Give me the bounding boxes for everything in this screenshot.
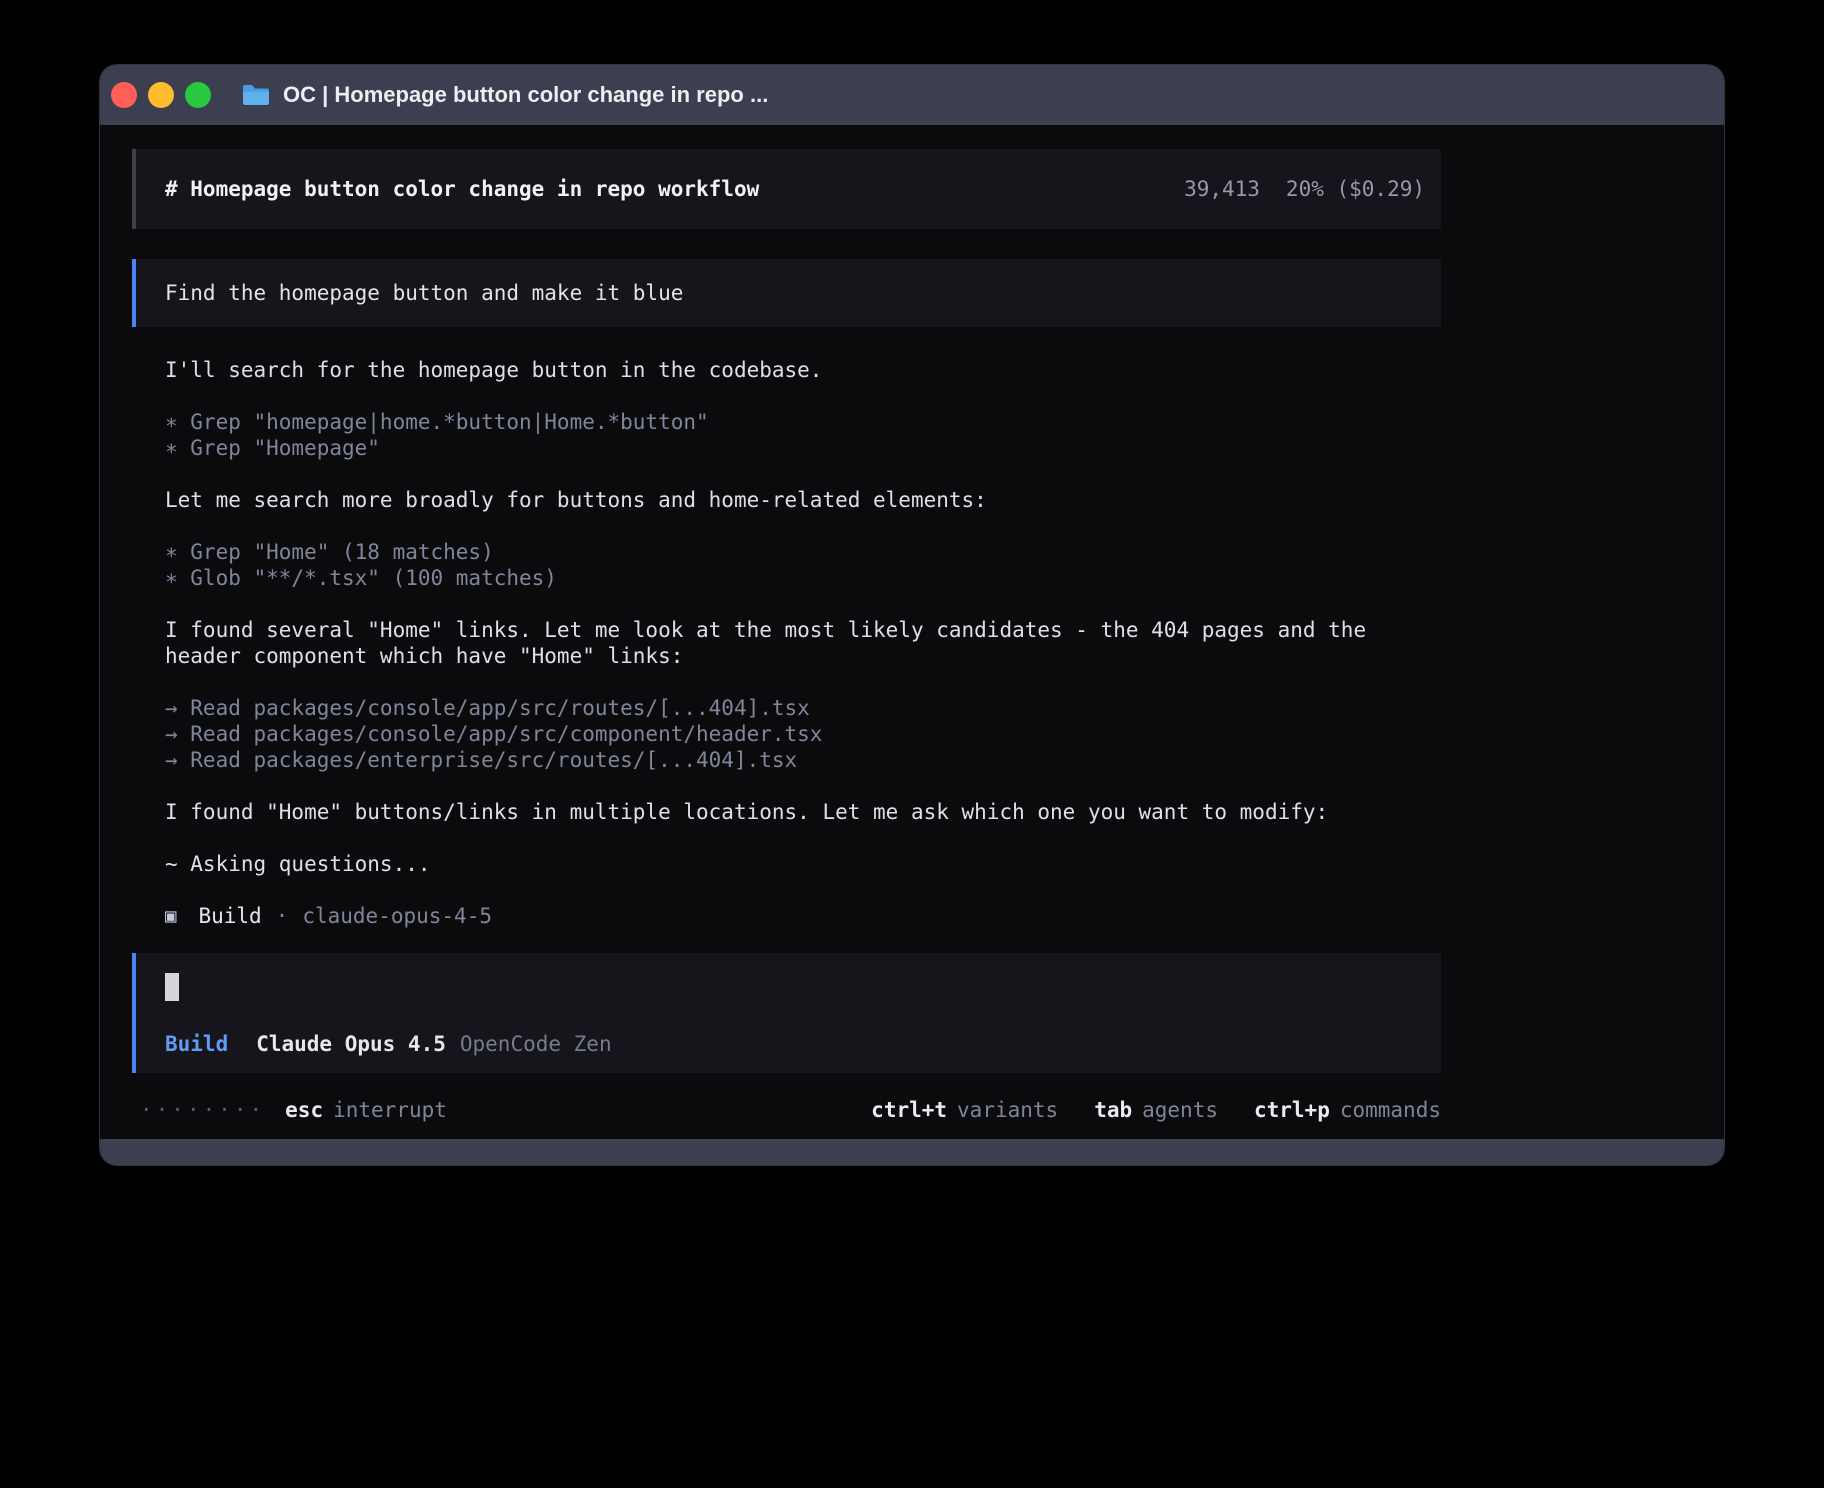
shortcut-key: ctrl+p: [1254, 1098, 1330, 1122]
window-title-group: OC | Homepage button color change in rep…: [241, 82, 768, 108]
window-footer: [100, 1139, 1724, 1165]
tool-call-group: ∗ Grep "Home" (18 matches) ∗ Glob "**/*.…: [165, 539, 1441, 591]
tool-call-read: → Read packages/enterprise/src/routes/[.…: [165, 747, 1441, 773]
assistant-text: I found "Home" buttons/links in multiple…: [165, 799, 1441, 825]
session-title: # Homepage button color change in repo w…: [165, 176, 759, 202]
assistant-text: I found several "Home" links. Let me loo…: [165, 617, 1441, 669]
esc-key-hint: esc: [285, 1097, 323, 1123]
folder-icon: [241, 83, 271, 107]
traffic-lights: [111, 82, 211, 108]
tool-call-grep: ∗ Grep "Homepage": [165, 435, 1441, 461]
tool-call-read: → Read packages/console/app/src/routes/[…: [165, 695, 1441, 721]
shortcut-group: ctrl+t variants tab agents ctrl+p commands: [871, 1097, 1441, 1123]
agent-attribution: ▣ Build · claude-opus-4-5: [165, 903, 1441, 929]
tool-call-grep: ∗ Grep "Home" (18 matches): [165, 539, 1441, 565]
close-button[interactable]: [111, 82, 137, 108]
terminal-content: # Homepage button color change in repo w…: [100, 125, 1724, 1139]
window-titlebar[interactable]: OC | Homepage button color change in rep…: [100, 65, 1724, 125]
assistant-status: ~ Asking questions...: [165, 851, 1441, 877]
tool-call-read: → Read packages/console/app/src/componen…: [165, 721, 1441, 747]
provider-label: OpenCode Zen: [460, 1031, 612, 1057]
spinner-dots: ········: [140, 1097, 265, 1123]
tool-call-group: → Read packages/console/app/src/routes/[…: [165, 695, 1441, 773]
shortcut-agents: tab agents: [1094, 1097, 1218, 1123]
tool-call-group: ∗ Grep "homepage|home.*button|Home.*butt…: [165, 409, 1441, 461]
agent-separator: ·: [276, 903, 289, 929]
zoom-button[interactable]: [185, 82, 211, 108]
minimize-button[interactable]: [148, 82, 174, 108]
input-meta: Build Claude Opus 4.5 OpenCode Zen: [165, 1031, 1425, 1057]
shortcut-label: variants: [957, 1098, 1058, 1122]
shortcut-key: tab: [1094, 1098, 1132, 1122]
assistant-text: I'll search for the homepage button in t…: [165, 357, 1441, 383]
session-stats: 39,413 20% ($0.29): [1184, 176, 1425, 202]
agent-mode-label: Build: [165, 1031, 228, 1057]
model-label: Claude Opus 4.5: [256, 1031, 446, 1057]
agent-icon: ▣: [165, 903, 176, 929]
shortcut-key: ctrl+t: [871, 1098, 947, 1122]
user-message-text: Find the homepage button and make it blu…: [165, 281, 683, 305]
shortcut-variants: ctrl+t variants: [871, 1097, 1058, 1123]
shortcut-label: commands: [1340, 1098, 1441, 1122]
tool-call-grep: ∗ Grep "homepage|home.*button|Home.*butt…: [165, 409, 1441, 435]
agent-name: Build: [198, 903, 261, 929]
tool-call-glob: ∗ Glob "**/*.tsx" (100 matches): [165, 565, 1441, 591]
text-cursor: [165, 973, 179, 1001]
terminal-window: OC | Homepage button color change in rep…: [99, 64, 1725, 1166]
status-bar: ········ esc interrupt ctrl+t variants ta…: [140, 1097, 1441, 1123]
session-header: # Homepage button color change in repo w…: [132, 149, 1441, 229]
message-input[interactable]: Build Claude Opus 4.5 OpenCode Zen: [132, 953, 1441, 1073]
shortcut-commands: ctrl+p commands: [1254, 1097, 1441, 1123]
agent-model: claude-opus-4-5: [302, 903, 492, 929]
context-cost: 20% ($0.29): [1286, 176, 1425, 202]
user-message: Find the homepage button and make it blu…: [132, 259, 1441, 327]
token-count: 39,413: [1184, 176, 1260, 202]
assistant-text: Let me search more broadly for buttons a…: [165, 487, 1441, 513]
esc-action-label: interrupt: [333, 1097, 447, 1123]
shortcut-label: agents: [1142, 1098, 1218, 1122]
window-title: OC | Homepage button color change in rep…: [283, 82, 768, 108]
